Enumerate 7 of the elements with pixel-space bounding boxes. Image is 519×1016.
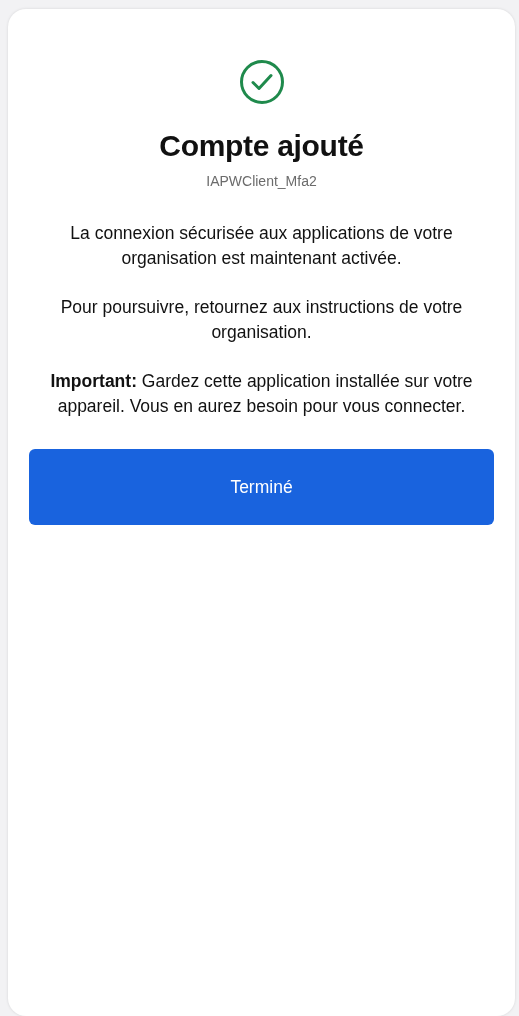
page-title: Compte ajouté — [159, 129, 364, 163]
account-name: IAPWClient_Mfa2 — [206, 173, 317, 189]
done-button[interactable]: Terminé — [29, 449, 494, 525]
info-paragraph: Important: Gardez cette application installée sur votre appareil. Vous en aurez besoin pour vous connecter. — [49, 370, 474, 418]
info-paragraph: Pour poursuivre, retournez aux instructions de votre organisation. — [59, 296, 464, 344]
checkmark-icon — [238, 59, 285, 105]
info-paragraph: La connexion sécurisée aux applications de votre organisation est maintenant activée. — [69, 222, 454, 270]
